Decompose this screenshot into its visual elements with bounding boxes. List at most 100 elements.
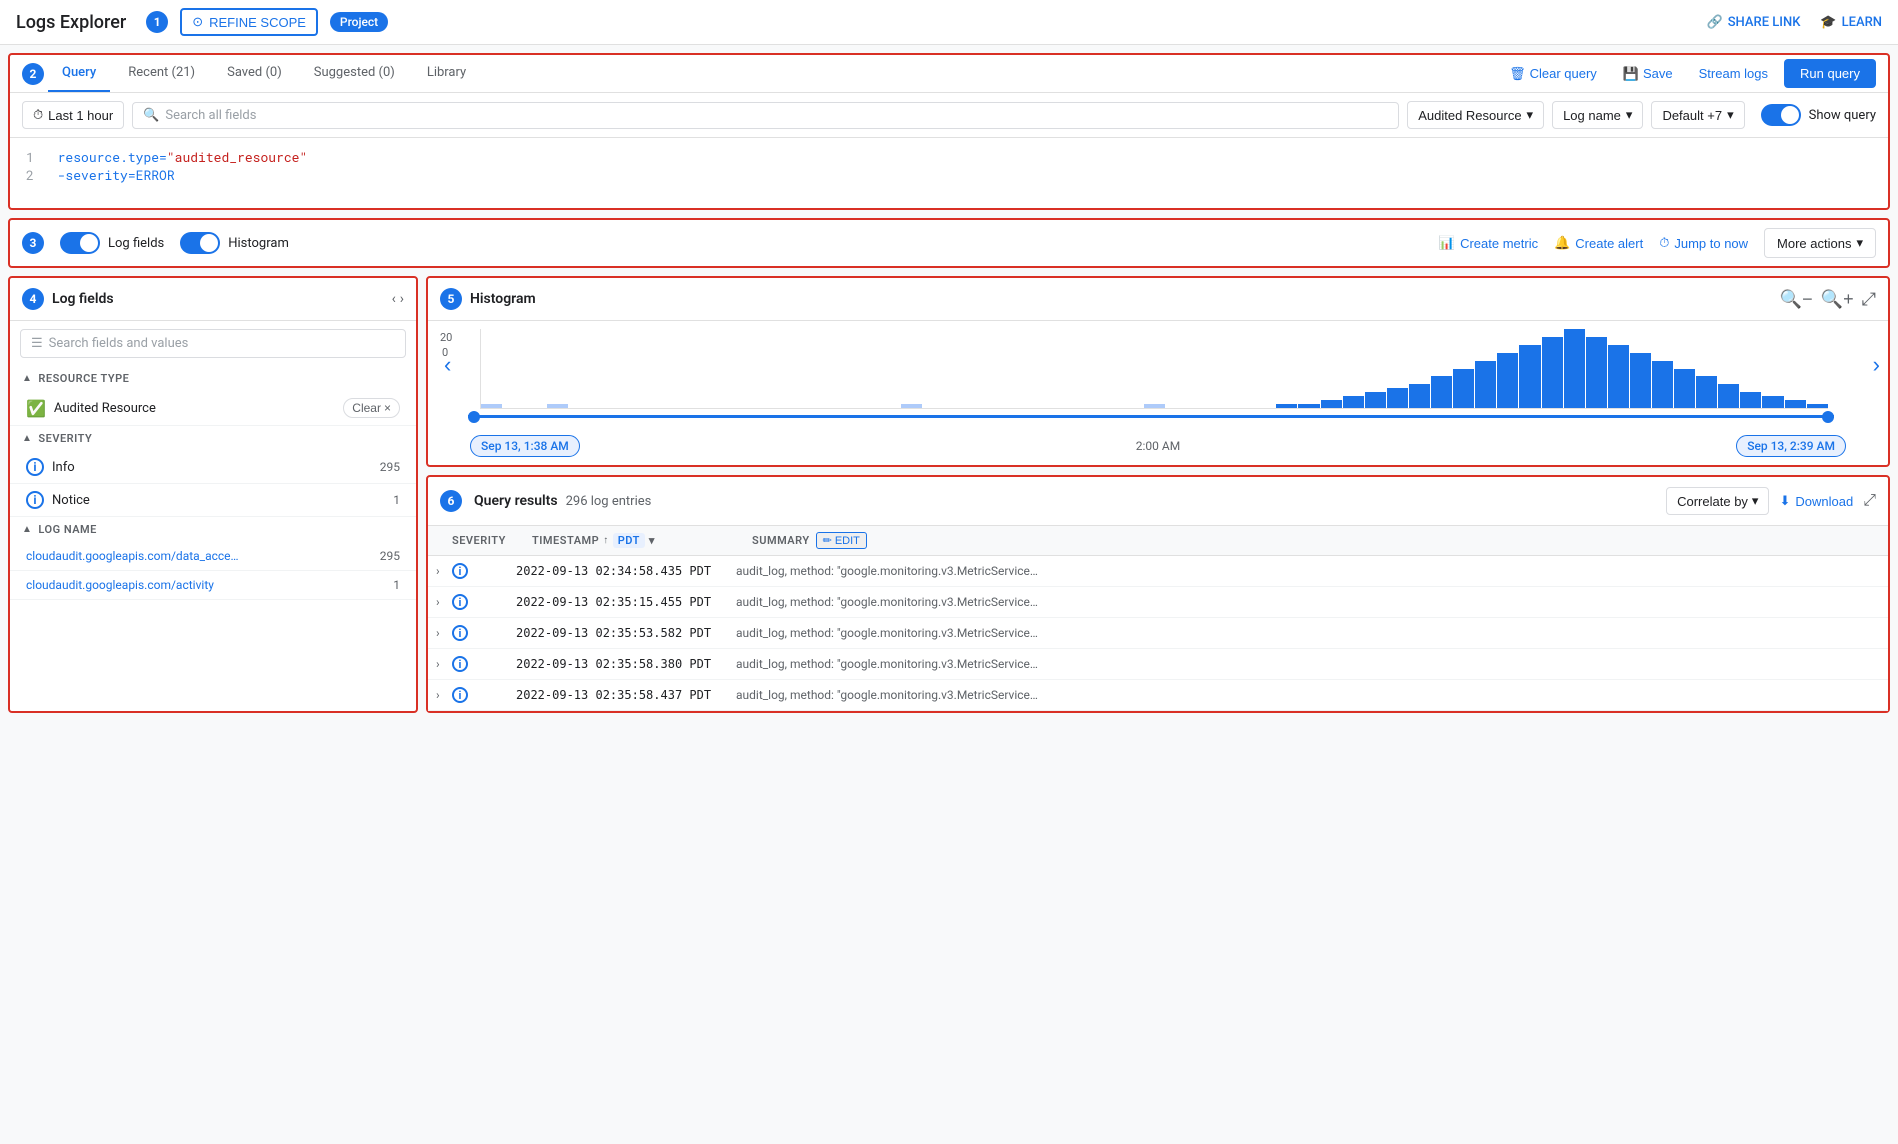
- save-button[interactable]: 💾 Save: [1613, 60, 1683, 88]
- clear-query-button[interactable]: 🗑 Clear query: [1499, 60, 1607, 88]
- trash-icon: 🗑: [1509, 66, 1526, 82]
- create-alert-button[interactable]: 🔔 Create alert: [1554, 235, 1643, 251]
- stream-logs-button[interactable]: Stream logs: [1689, 60, 1778, 87]
- histogram-bar: [1321, 400, 1342, 408]
- log-fields-panel: 4 Log fields ‹ › ☰ Search fields and val…: [8, 276, 418, 713]
- row-severity: i: [452, 656, 516, 672]
- download-icon: ⬇: [1779, 493, 1790, 509]
- section-severity[interactable]: ▲ SEVERITY: [10, 426, 416, 451]
- section-resource-type[interactable]: ▲ RESOURCE TYPE: [10, 366, 416, 391]
- histogram-bar: [1652, 361, 1673, 408]
- log-fields-toggle-switch[interactable]: [60, 232, 100, 254]
- log-fields-toggle[interactable]: Log fields: [60, 232, 164, 254]
- search-all-fields-input[interactable]: 🔍 Search all fields: [132, 102, 1399, 129]
- correlate-by-button[interactable]: Correlate by ▾: [1666, 487, 1769, 515]
- share-link-button[interactable]: 🔗 SHARE LINK: [1707, 15, 1801, 30]
- jump-to-now-button[interactable]: ⏱ Jump to now: [1659, 235, 1748, 251]
- step-badge-3: 3: [22, 232, 44, 254]
- table-row[interactable]: › i 2022-09-13 02:35:53.582 PDT audit_lo…: [428, 618, 1888, 649]
- arrow-right-icon: ›: [400, 291, 404, 307]
- query-filters: ⏱ Last 1 hour 🔍 Search all fields Audite…: [10, 93, 1888, 138]
- row-timestamp: 2022-09-13 02:35:58.380 PDT: [516, 657, 736, 671]
- col-header-severity: SEVERITY: [452, 534, 532, 547]
- histogram-bar: [1718, 384, 1739, 408]
- audited-resource-field-row: ✅ Audited Resource Clear ×: [10, 391, 416, 426]
- step-badge-4: 4: [22, 288, 44, 310]
- histogram-chart: 20 0 ‹ ›: [428, 321, 1888, 409]
- info-icon: i: [452, 594, 468, 610]
- log-name-filter[interactable]: Log name ▾: [1552, 101, 1643, 129]
- step-badge-2: 2: [22, 63, 44, 85]
- histogram-bar: [901, 404, 922, 408]
- histogram-nav-right[interactable]: ›: [1873, 352, 1880, 378]
- histogram-bar: [1475, 361, 1496, 408]
- filter-icon: ☰: [31, 336, 43, 351]
- tab-saved[interactable]: Saved (0): [213, 55, 296, 92]
- collapse-icon-resource: ▲: [22, 373, 32, 384]
- tab-library[interactable]: Library: [413, 55, 480, 92]
- info-icon: i: [452, 625, 468, 641]
- query-editor[interactable]: 1 resource.type="audited_resource" 2 -se…: [10, 138, 1888, 208]
- histogram-toggle[interactable]: Histogram: [180, 232, 289, 254]
- zoom-in-button[interactable]: 🔍+: [1821, 289, 1854, 310]
- histogram-timeline: Sep 13, 1:38 AM 2:00 AM Sep 13, 2:39 AM: [428, 431, 1888, 465]
- chevron-down-icon-3: ▾: [1727, 107, 1734, 123]
- histogram-toggle-switch[interactable]: [180, 232, 220, 254]
- histogram-bar: [1343, 396, 1364, 408]
- histogram-nav-left[interactable]: ‹: [444, 352, 451, 378]
- tab-recent[interactable]: Recent (21): [114, 55, 209, 92]
- expand-button[interactable]: ⤢: [1862, 289, 1876, 310]
- show-query-toggle[interactable]: Show query: [1761, 104, 1876, 126]
- histogram-bar: [1144, 404, 1165, 408]
- clear-audited-resource-button[interactable]: Clear ×: [343, 398, 400, 418]
- results-header: 6 Query results 296 log entries Correlat…: [428, 477, 1888, 526]
- histogram-bar: [1740, 392, 1761, 408]
- info-field-row: i Info 295: [10, 451, 416, 484]
- row-timestamp: 2022-09-13 02:35:15.455 PDT: [516, 595, 736, 609]
- section-log-name[interactable]: ▲ LOG NAME: [10, 517, 416, 542]
- log-fields-arrows[interactable]: ‹ ›: [392, 291, 404, 307]
- log-fields-search[interactable]: ☰ Search fields and values: [20, 329, 406, 358]
- row-expand-icon[interactable]: ›: [436, 688, 452, 702]
- bell-icon: 🔔: [1554, 235, 1570, 251]
- collapse-icon-severity: ▲: [22, 433, 32, 444]
- more-actions-button[interactable]: More actions ▾: [1764, 228, 1876, 258]
- metric-icon: 📊: [1439, 235, 1455, 251]
- table-row[interactable]: › i 2022-09-13 02:34:58.435 PDT audit_lo…: [428, 556, 1888, 587]
- histogram-bar: [1387, 388, 1408, 408]
- histogram-bar: [1542, 337, 1563, 408]
- run-query-button[interactable]: Run query: [1784, 59, 1876, 88]
- tab-suggested[interactable]: Suggested (0): [300, 55, 409, 92]
- learn-button[interactable]: 🎓 LEARN: [1820, 15, 1882, 30]
- table-row[interactable]: › i 2022-09-13 02:35:58.437 PDT audit_lo…: [428, 680, 1888, 711]
- row-expand-icon[interactable]: ›: [436, 657, 452, 671]
- create-metric-button[interactable]: 📊 Create metric: [1439, 235, 1538, 251]
- histogram-panel: 5 Histogram 🔍− 🔍+ ⤢ 20 0 ‹ ›: [426, 276, 1890, 467]
- edit-columns-button[interactable]: ✏ EDIT: [816, 532, 867, 549]
- time-end-pill: Sep 13, 2:39 AM: [1736, 435, 1846, 457]
- download-button[interactable]: ⬇ Download: [1779, 493, 1853, 509]
- log-name-row-2: cloudaudit.googleapis.com/activity 1: [10, 571, 416, 600]
- default-plus7-filter[interactable]: Default +7 ▾: [1651, 101, 1744, 129]
- time-range-button[interactable]: ⏱ Last 1 hour: [22, 101, 124, 129]
- table-row[interactable]: › i 2022-09-13 02:35:58.380 PDT audit_lo…: [428, 649, 1888, 680]
- pdt-pill[interactable]: PDT: [613, 533, 645, 548]
- refine-scope-button[interactable]: ⊙ REFINE SCOPE: [180, 8, 318, 36]
- histogram-bar: [1564, 329, 1585, 408]
- results-actions: Correlate by ▾ ⬇ Download ⤢: [1666, 487, 1876, 515]
- row-expand-icon[interactable]: ›: [436, 564, 452, 578]
- toggle-switch[interactable]: [1761, 104, 1801, 126]
- histogram-bar: [1276, 404, 1297, 408]
- query-line-2: 2 -severity=ERROR: [26, 166, 1872, 184]
- zoom-out-button[interactable]: 🔍−: [1780, 289, 1813, 310]
- histogram-bar: [1519, 345, 1540, 408]
- log-fields-header: 4 Log fields ‹ ›: [10, 278, 416, 321]
- tab-query[interactable]: Query: [48, 55, 110, 92]
- row-expand-icon[interactable]: ›: [436, 626, 452, 640]
- row-expand-icon[interactable]: ›: [436, 595, 452, 609]
- table-row[interactable]: › i 2022-09-13 02:35:15.455 PDT audit_lo…: [428, 587, 1888, 618]
- fullscreen-button[interactable]: ⤢: [1863, 492, 1876, 510]
- audited-resource-filter[interactable]: Audited Resource ▾: [1407, 101, 1544, 129]
- row-severity: i: [452, 687, 516, 703]
- histogram-bar: [1453, 369, 1474, 409]
